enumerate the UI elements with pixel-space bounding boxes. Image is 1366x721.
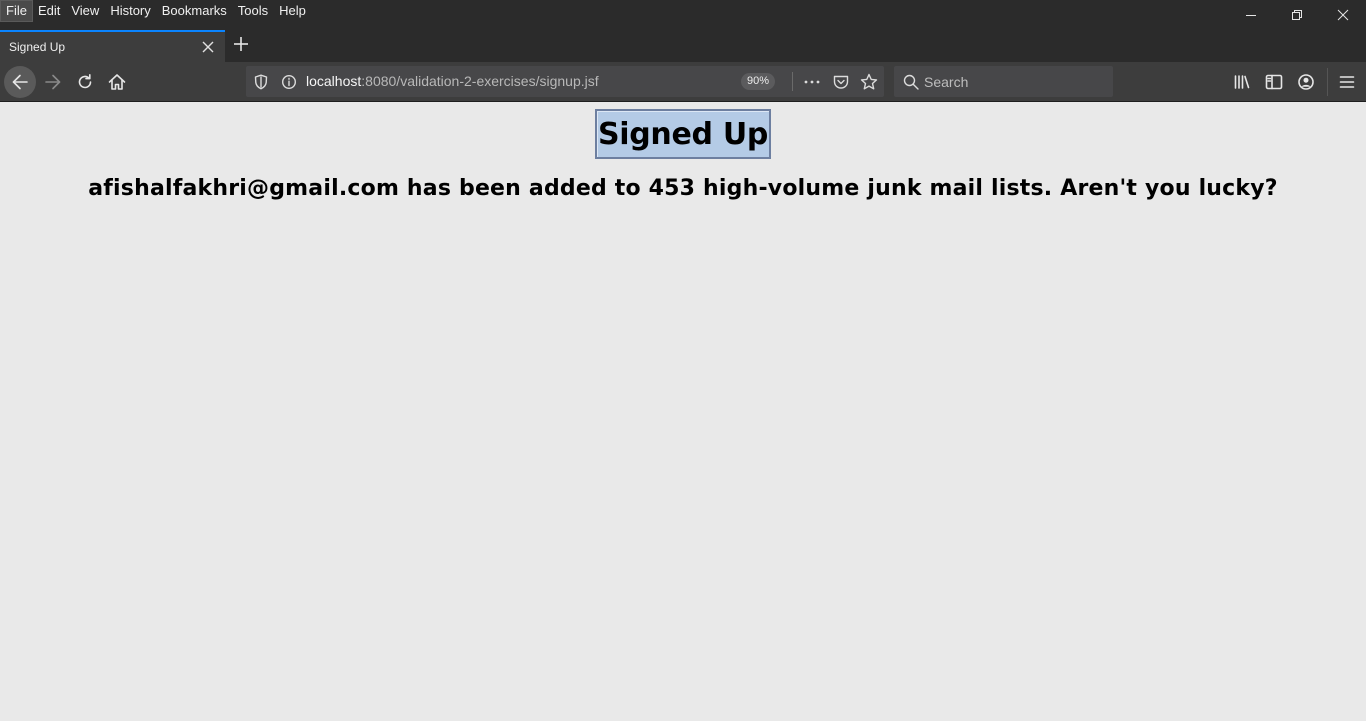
url-bar[interactable]: localhost:8080/validation-2-exercises/si… [246, 66, 884, 97]
menu-history[interactable]: History [105, 1, 155, 21]
app-menu-button[interactable] [1331, 66, 1363, 98]
forward-button[interactable] [37, 66, 69, 98]
menu-items: File Edit View History Bookmarks Tools H… [0, 0, 1366, 22]
search-bar [894, 66, 1113, 97]
reload-button[interactable] [69, 66, 101, 98]
close-tab-icon [202, 41, 214, 53]
star-icon [860, 73, 878, 90]
url-separator [792, 72, 793, 91]
account-button[interactable] [1290, 66, 1322, 98]
tracking-protection-shield-icon[interactable] [252, 73, 270, 91]
menu-tools[interactable]: Tools [233, 1, 273, 21]
hamburger-menu-icon [1339, 76, 1355, 88]
menu-edit[interactable]: Edit [33, 1, 65, 21]
library-button[interactable] [1226, 66, 1258, 98]
tab-close-button[interactable] [201, 40, 215, 54]
close-icon [1337, 9, 1349, 21]
toolbar-separator [1327, 68, 1328, 96]
pocket-button[interactable] [832, 73, 850, 91]
more-horizontal-icon [804, 80, 820, 84]
page-content: Signed Up afishalfakhri@gmail.com has be… [0, 102, 1366, 721]
page-title: Signed Up [597, 116, 769, 152]
sidebar-button[interactable] [1258, 66, 1290, 98]
new-tab-button[interactable] [231, 34, 251, 54]
account-icon [1298, 74, 1314, 90]
page-actions-button[interactable] [803, 73, 821, 91]
arrow-left-icon [12, 74, 28, 90]
sidebar-icon [1265, 74, 1283, 90]
navigation-toolbar: localhost:8080/validation-2-exercises/si… [0, 62, 1366, 102]
reload-icon [78, 73, 92, 89]
plus-icon [234, 37, 248, 51]
pocket-icon [833, 75, 849, 89]
tab-signed-up[interactable]: Signed Up [0, 30, 225, 62]
menu-view[interactable]: View [66, 1, 104, 21]
tab-title: Signed Up [9, 40, 66, 54]
url-text[interactable]: localhost:8080/validation-2-exercises/si… [306, 73, 599, 90]
minimize-icon [1246, 15, 1256, 16]
home-icon [108, 74, 126, 90]
site-info-icon[interactable] [280, 73, 298, 91]
home-button[interactable] [101, 66, 133, 98]
search-icon [902, 73, 920, 91]
restore-icon [1292, 10, 1302, 20]
menu-bar: File Edit View History Bookmarks Tools H… [0, 0, 1366, 22]
arrow-right-icon [45, 74, 61, 90]
search-input[interactable] [924, 72, 1104, 91]
zoom-level-badge[interactable]: 90% [741, 73, 776, 90]
menu-help[interactable]: Help [274, 1, 311, 21]
back-button[interactable] [4, 66, 36, 98]
menu-bookmarks[interactable]: Bookmarks [157, 1, 232, 21]
menu-file[interactable]: File [0, 0, 33, 22]
bookmark-star-button[interactable] [860, 73, 878, 91]
page-title-box: Signed Up [595, 109, 771, 159]
url-path: :8080/validation-2-exercises/signup.jsf [361, 73, 599, 89]
tab-strip: Signed Up [0, 22, 1366, 62]
url-host: localhost [306, 73, 362, 89]
confirmation-message: afishalfakhri@gmail.com has been added t… [88, 176, 1278, 201]
library-icon [1234, 75, 1250, 89]
